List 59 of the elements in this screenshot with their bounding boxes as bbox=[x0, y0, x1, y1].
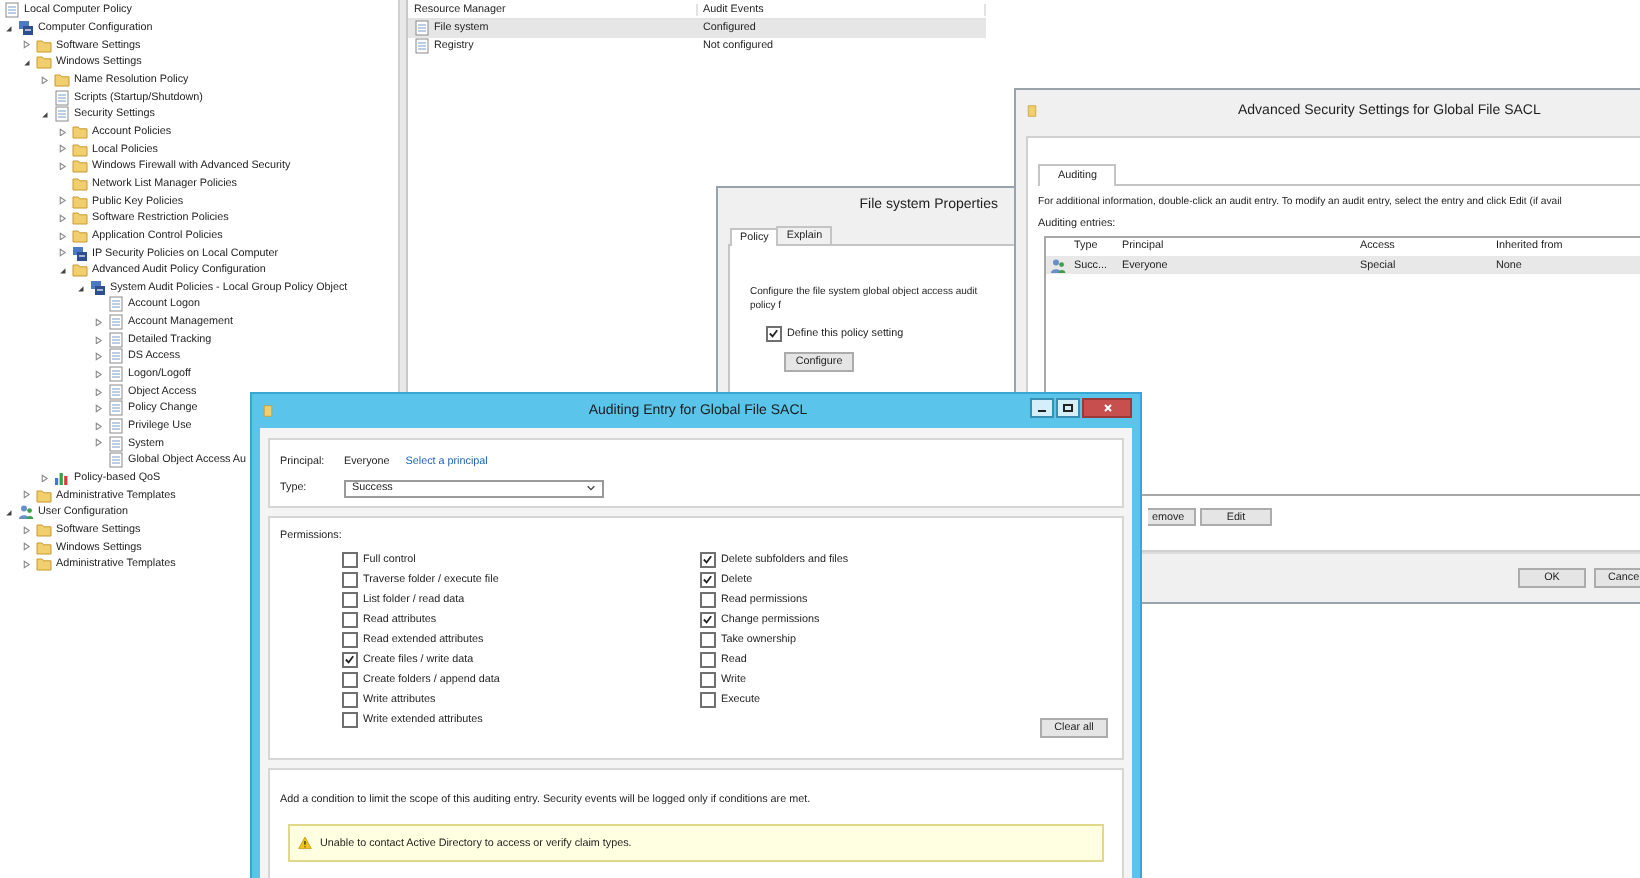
checkbox[interactable] bbox=[700, 572, 715, 588]
tree-toggle[interactable] bbox=[4, 23, 13, 33]
tree-toggle[interactable] bbox=[94, 352, 103, 362]
checkbox[interactable] bbox=[700, 552, 715, 568]
tree-toggle[interactable] bbox=[58, 213, 67, 223]
tree-toggle[interactable] bbox=[40, 75, 49, 85]
close-icon bbox=[1099, 400, 1115, 416]
tree-toggle[interactable] bbox=[40, 110, 49, 120]
checkbox[interactable] bbox=[766, 326, 781, 341]
tree-toggle[interactable] bbox=[94, 335, 103, 345]
tree-toggle[interactable] bbox=[22, 490, 31, 500]
computer-icon bbox=[72, 245, 88, 262]
users-icon bbox=[1050, 257, 1066, 274]
tree-toggle[interactable] bbox=[22, 58, 31, 68]
tree-toggle[interactable] bbox=[22, 542, 31, 552]
tree-toggle[interactable] bbox=[58, 161, 67, 171]
close-button[interactable] bbox=[1082, 398, 1132, 418]
caret-icon bbox=[586, 484, 596, 492]
tree-toggle[interactable] bbox=[94, 317, 103, 327]
tree-toggle[interactable] bbox=[94, 369, 103, 379]
checkbox[interactable] bbox=[342, 632, 357, 648]
checkbox[interactable] bbox=[700, 692, 715, 708]
tree-toggle[interactable] bbox=[40, 473, 49, 483]
tree-toggle[interactable] bbox=[22, 525, 31, 535]
tree-toggle[interactable] bbox=[58, 196, 67, 206]
restore-icon bbox=[1060, 400, 1076, 416]
warning-icon bbox=[298, 836, 312, 850]
computer-icon bbox=[18, 19, 34, 36]
tree-toggle[interactable] bbox=[58, 248, 67, 258]
tree-toggle[interactable] bbox=[58, 231, 67, 241]
tree-toggle[interactable] bbox=[22, 560, 31, 570]
checkbox[interactable] bbox=[700, 612, 715, 628]
bar-chart-icon bbox=[54, 470, 70, 487]
tree-toggle[interactable] bbox=[58, 144, 67, 154]
checkbox[interactable] bbox=[700, 632, 715, 648]
tree-toggle[interactable] bbox=[94, 421, 103, 431]
checkbox[interactable] bbox=[342, 712, 357, 728]
checkbox[interactable] bbox=[342, 572, 357, 588]
tree-toggle[interactable] bbox=[58, 127, 67, 137]
tree-toggle[interactable] bbox=[94, 387, 103, 397]
checkbox[interactable] bbox=[342, 652, 357, 668]
tree-toggle[interactable] bbox=[22, 40, 31, 50]
tree-toggle[interactable] bbox=[58, 265, 67, 275]
tree-toggle[interactable] bbox=[4, 508, 13, 518]
checkbox[interactable] bbox=[342, 692, 357, 708]
checkbox[interactable] bbox=[342, 552, 357, 568]
checkbox[interactable] bbox=[342, 672, 357, 688]
tree-toggle[interactable] bbox=[94, 438, 103, 448]
checkbox[interactable] bbox=[342, 612, 357, 628]
tree-toggle[interactable] bbox=[76, 283, 85, 293]
restore-button[interactable] bbox=[1056, 398, 1080, 418]
checkbox[interactable] bbox=[700, 652, 715, 668]
checkbox[interactable] bbox=[342, 592, 357, 608]
users-icon bbox=[18, 504, 34, 521]
tree-toggle[interactable] bbox=[94, 404, 103, 414]
checkbox[interactable] bbox=[700, 672, 715, 688]
computer-icon bbox=[90, 279, 106, 296]
checkbox[interactable] bbox=[700, 592, 715, 608]
minimize-button[interactable] bbox=[1030, 398, 1054, 418]
